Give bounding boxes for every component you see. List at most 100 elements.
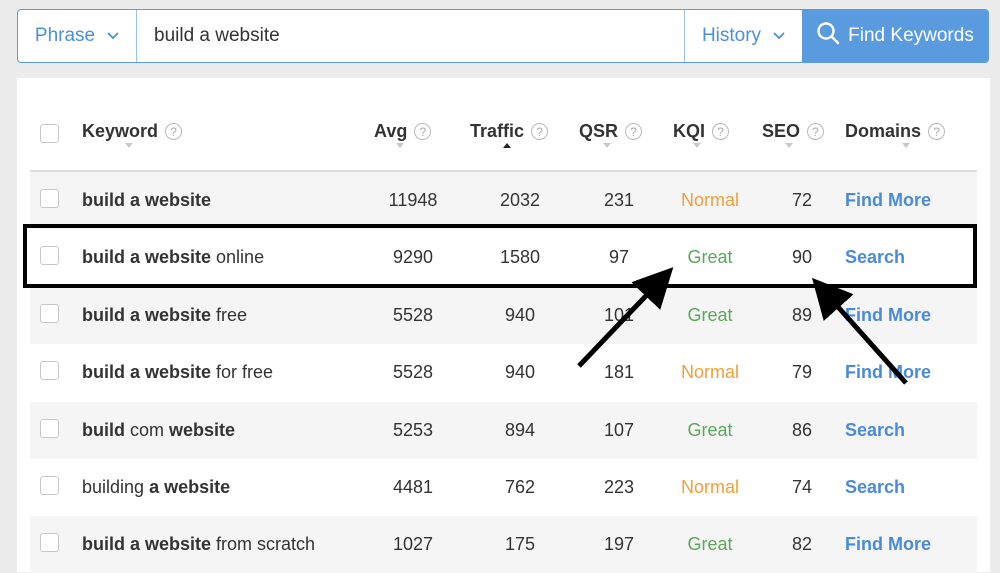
keyword-cell: build com website	[82, 402, 235, 459]
header-seo[interactable]: SEO?	[762, 121, 825, 142]
keyword-text: build	[82, 419, 125, 440]
domains-link[interactable]: Search	[845, 402, 905, 459]
keyword-text: website	[169, 419, 236, 440]
help-icon[interactable]: ?	[928, 123, 946, 140]
sort-arrow-icon[interactable]	[693, 143, 701, 148]
row-checkbox[interactable]	[40, 361, 59, 381]
header-avg[interactable]: Avg?	[374, 121, 432, 142]
sort-arrow-icon[interactable]	[396, 143, 404, 148]
seo-cell: 86	[791, 419, 813, 440]
qsr-cell: 231	[603, 190, 635, 210]
select-all-checkbox[interactable]	[40, 124, 59, 143]
help-icon[interactable]: ?	[807, 123, 825, 140]
avg-cell: 11948	[388, 190, 438, 210]
match-type-label: Phrase	[34, 25, 96, 46]
kqi-cell: Great	[687, 304, 733, 325]
domains-link[interactable]: Find More	[845, 172, 931, 229]
keyword-text: build a website	[82, 534, 212, 555]
domains-link[interactable]: Find More	[845, 287, 931, 344]
qsr-cell: 181	[603, 362, 635, 383]
traffic-cell: 940	[504, 362, 536, 383]
row-checkbox[interactable]	[40, 246, 59, 266]
search-icon	[816, 21, 840, 51]
row-checkbox[interactable]	[40, 533, 59, 553]
chevron-down-icon	[107, 32, 119, 40]
seo-cell: 72	[791, 190, 813, 210]
sort-arrow-icon[interactable]	[603, 143, 611, 148]
sort-arrow-icon[interactable]	[902, 143, 910, 148]
keyword-text: build a website	[82, 304, 212, 325]
sort-arrow-icon[interactable]	[125, 143, 133, 148]
keyword-text: from scratch	[211, 534, 316, 555]
avg-cell: 5253	[392, 419, 434, 440]
header-kqi[interactable]: KQI?	[673, 121, 730, 142]
keyword-text: free	[211, 304, 248, 325]
help-icon[interactable]: ?	[531, 123, 549, 140]
keyword-cell: building a website	[82, 459, 230, 516]
kqi-cell: Great	[687, 534, 733, 555]
traffic-cell: 940	[504, 304, 536, 325]
traffic-cell: 894	[504, 419, 536, 440]
help-icon[interactable]: ?	[712, 123, 730, 140]
keyword-text: build a website	[82, 190, 212, 210]
keyword-cell: build a website for free	[82, 344, 273, 401]
seo-cell: 82	[791, 534, 813, 555]
keyword-search-bar: Phrase History Find Keywords	[17, 9, 989, 63]
avg-cell: 4481	[392, 477, 434, 497]
header-domains[interactable]: Domains?	[845, 121, 946, 142]
row-checkbox[interactable]	[40, 189, 59, 208]
avg-cell: 1027	[392, 534, 434, 555]
seo-cell: 90	[791, 247, 813, 268]
domains-link[interactable]: Search	[845, 229, 905, 286]
sort-arrow-icon[interactable]	[785, 143, 793, 148]
header-keyword[interactable]: Keyword?	[82, 121, 183, 142]
kqi-cell: Normal	[680, 190, 739, 210]
seo-cell: 89	[791, 304, 813, 325]
avg-cell: 5528	[392, 362, 434, 383]
domains-link[interactable]: Find More	[845, 516, 931, 573]
table-row: build a website 11948 2032 231 Normal 72 Find …	[30, 172, 977, 229]
match-type-dropdown[interactable]: Phrase	[18, 10, 137, 62]
domains-link[interactable]: Find More	[845, 344, 931, 401]
traffic-cell: 2032	[499, 190, 541, 210]
table-row: build a website from scratch 1027 175 197 Gr…	[30, 516, 977, 573]
avg-cell: 9290	[392, 247, 434, 268]
kqi-cell: Great	[687, 247, 733, 268]
qsr-cell: 101	[603, 304, 635, 325]
search-input[interactable]	[137, 10, 684, 62]
qsr-cell: 197	[603, 534, 635, 555]
keyword-text: a website	[149, 477, 231, 497]
find-keywords-button[interactable]: Find Keywords	[802, 10, 988, 62]
table-row: build a website for free 5528 940 181 Normal…	[30, 344, 977, 401]
history-dropdown[interactable]: History	[684, 10, 802, 62]
row-checkbox[interactable]	[40, 303, 59, 323]
row-checkbox[interactable]	[40, 418, 59, 438]
keyword-cell: build a website online	[82, 229, 264, 286]
keyword-text: online	[211, 247, 265, 268]
row-checkbox[interactable]	[40, 476, 59, 495]
keyword-cell: build a website free	[82, 287, 247, 344]
table-row: build a website online 9290 1580 97 Great 90 S…	[30, 229, 977, 286]
qsr-cell: 97	[608, 247, 630, 268]
keyword-text: building	[82, 477, 150, 497]
qsr-cell: 223	[603, 477, 635, 497]
help-icon[interactable]: ?	[165, 123, 183, 140]
traffic-cell: 762	[504, 477, 536, 497]
find-keywords-label: Find Keywords	[848, 25, 974, 46]
seo-cell: 74	[791, 477, 813, 497]
keyword-text: com	[125, 419, 170, 440]
sort-arrow-active-icon[interactable]	[503, 143, 511, 148]
keyword-cell: build a website from scratch	[82, 516, 315, 573]
kqi-cell: Great	[687, 419, 733, 440]
help-icon[interactable]: ?	[625, 123, 643, 140]
header-qsr[interactable]: QSR?	[579, 121, 643, 142]
help-icon[interactable]: ?	[414, 123, 432, 140]
table-row: build a website free 5528 940 101 Great 89 Fin…	[30, 286, 977, 344]
header-traffic[interactable]: Traffic?	[470, 121, 549, 142]
table-row: build com website 5253 894 107 Great 86 Search	[30, 401, 977, 459]
keyword-text: build a website	[82, 362, 212, 383]
domains-link[interactable]: Search	[845, 459, 905, 516]
table-row: building a website 4481 762 223 Normal 74 Sear…	[30, 459, 977, 516]
keyword-text: build a website	[82, 247, 212, 268]
keyword-text: for free	[211, 362, 274, 383]
